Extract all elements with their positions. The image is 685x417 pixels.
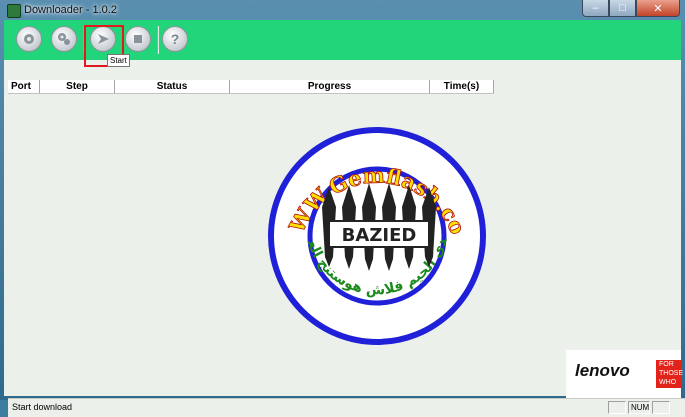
tagline-line: WHO DO. <box>659 379 677 395</box>
lenovo-logo: lenovo FOR THOSE WHO DO. <box>566 350 684 398</box>
gear-icon <box>24 34 34 44</box>
status-message: Start download <box>12 402 73 412</box>
column-status[interactable]: Status <box>115 80 230 93</box>
close-icon: ✕ <box>653 2 663 15</box>
minimize-button[interactable]: – <box>582 0 609 17</box>
column-progress[interactable]: Progress <box>230 80 430 93</box>
window-title: Downloader - 1.0.2 <box>24 4 117 16</box>
maximize-icon: □ <box>619 2 626 14</box>
num-indicator: NUM <box>628 401 650 414</box>
close-button[interactable]: ✕ <box>636 0 680 17</box>
status-panel <box>608 401 626 414</box>
column-port[interactable]: Port <box>8 80 40 93</box>
settings-button[interactable] <box>16 26 42 52</box>
lenovo-wordmark: lenovo <box>575 361 630 380</box>
title-bar[interactable]: Downloader - 1.0.2 – □ ✕ <box>0 0 685 22</box>
column-time[interactable]: Time(s) <box>430 80 494 93</box>
help-button[interactable]: ? <box>162 26 188 52</box>
tagline-line: THOSE <box>659 370 684 377</box>
tagline-line: FOR <box>659 361 674 368</box>
status-panel <box>652 401 670 414</box>
question-icon: ? <box>170 31 180 47</box>
app-window: Downloader - 1.0.2 – □ ✕ ? Start Port St… <box>0 0 685 417</box>
table-header: Port Step Status Progress Time(s) <box>8 80 494 94</box>
status-bar: Start download NUM <box>8 398 685 417</box>
toolbar-separator <box>157 26 159 54</box>
advanced-settings-button[interactable] <box>51 26 77 52</box>
stop-button[interactable] <box>125 26 151 52</box>
window-controls: – □ ✕ <box>582 0 680 18</box>
gemflash-logo: WWW.Gemflash.com منتدى الجيم فلاش هوستنج… <box>267 127 486 345</box>
stop-square-icon <box>134 35 142 43</box>
client-area: ? Start Port Step Status Progress Time(s… <box>4 20 685 417</box>
maximize-button[interactable]: □ <box>609 0 636 17</box>
start-tooltip: Start <box>107 54 130 67</box>
minimize-icon: – <box>592 2 599 14</box>
logo-center-text: BAZIED <box>342 225 417 246</box>
app-icon <box>7 4 21 18</box>
lenovo-tagline: FOR THOSE WHO DO. <box>656 360 684 395</box>
column-step[interactable]: Step <box>40 80 115 93</box>
gears-icon <box>58 33 70 45</box>
